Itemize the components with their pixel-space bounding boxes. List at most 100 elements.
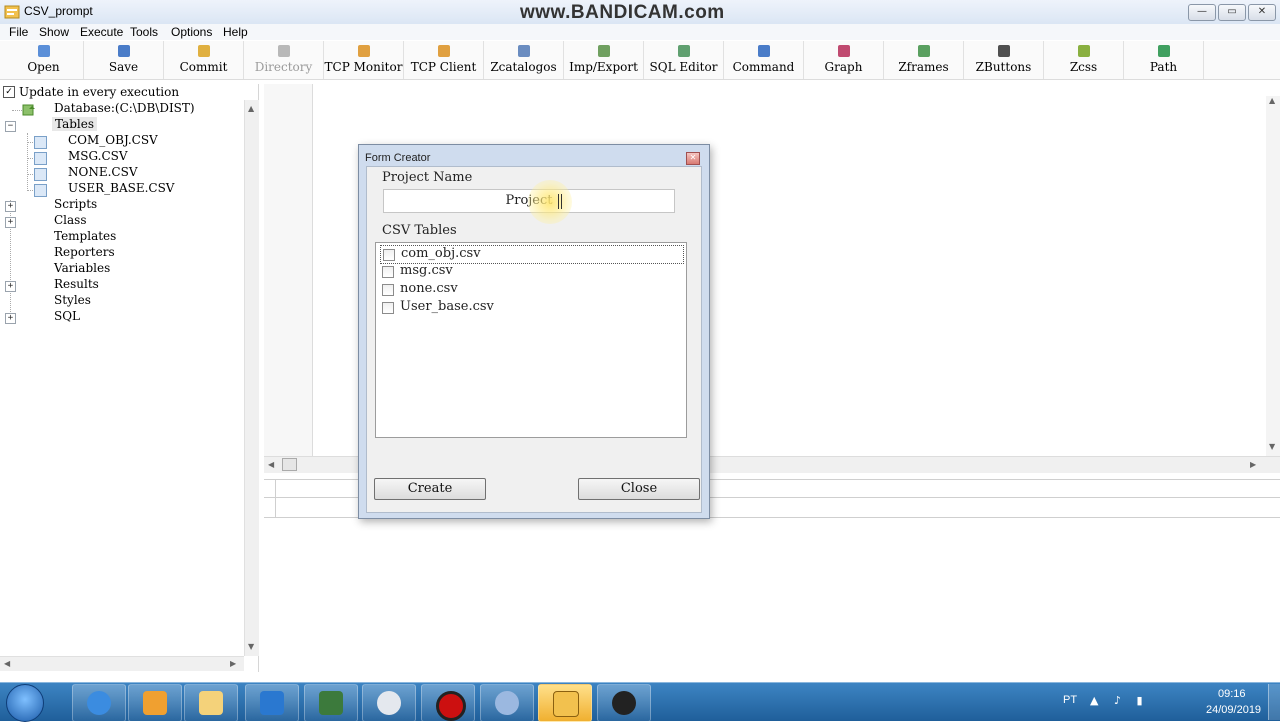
menu-show[interactable]: Show xyxy=(39,25,69,39)
imp-export-icon xyxy=(597,45,610,57)
clock-time[interactable]: 09:16 xyxy=(1218,688,1246,700)
show-desktop-button[interactable] xyxy=(1268,684,1280,720)
paw-icon xyxy=(612,691,636,715)
expand-icon[interactable]: + xyxy=(5,281,16,292)
editor-vertical-scrollbar[interactable]: ▲ ▼ xyxy=(1266,96,1280,456)
tree-tables[interactable]: Tables xyxy=(52,117,98,131)
close-button[interactable]: Close xyxy=(578,478,700,500)
command-icon xyxy=(757,45,770,57)
menu-options[interactable]: Options xyxy=(171,25,212,39)
scroll-down-icon[interactable]: ▼ xyxy=(248,642,254,651)
toolbar-command-button[interactable]: Command xyxy=(724,41,804,79)
tree-database[interactable]: Database:(C:\DB\DIST) xyxy=(54,101,195,115)
toolbar-zbuttons-button[interactable]: ZButtons xyxy=(964,41,1044,79)
tree-table-msg[interactable]: MSG.CSV xyxy=(68,149,128,163)
scroll-left-icon[interactable]: ◀ xyxy=(268,460,274,469)
create-button[interactable]: Create xyxy=(374,478,486,500)
taskbar-sphere[interactable] xyxy=(362,684,416,722)
taskbar-settings[interactable] xyxy=(480,684,534,722)
tree-scripts[interactable]: Scripts xyxy=(54,197,97,211)
tree-table-user-base[interactable]: USER_BASE.CSV xyxy=(68,181,174,195)
csv-table-checkbox[interactable] xyxy=(382,266,394,278)
taskbar-bandicam[interactable] xyxy=(421,684,475,722)
tree-class[interactable]: Class xyxy=(54,213,87,227)
csv-table-checkbox[interactable] xyxy=(383,249,395,261)
toolbar-sql-editor-button[interactable]: SQL Editor xyxy=(644,41,724,79)
scroll-up-icon[interactable]: ▲ xyxy=(1269,96,1275,105)
scroll-down-icon[interactable]: ▼ xyxy=(1269,442,1275,451)
toolbar-button-label: Imp/Export xyxy=(569,60,638,74)
database-icon xyxy=(22,104,35,116)
toolbar-zcatalogos-button[interactable]: Zcatalogos xyxy=(484,41,564,79)
clock-date[interactable]: 24/09/2019 xyxy=(1206,704,1261,716)
directory-icon xyxy=(277,45,290,57)
scroll-left-icon[interactable]: ◀ xyxy=(4,659,10,668)
taskbar-app-a[interactable] xyxy=(245,684,299,722)
scrollbar-thumb[interactable] xyxy=(282,458,297,471)
gear-icon xyxy=(495,691,519,715)
tree-table-none[interactable]: NONE.CSV xyxy=(68,165,137,179)
csv-tables-list[interactable]: com_obj.csv msg.csv none.csv User_base.c… xyxy=(375,242,687,438)
dialog-title: Form Creator xyxy=(365,152,431,164)
toolbar-tcp-client-button[interactable]: TCP Client xyxy=(404,41,484,79)
toolbar-commit-button[interactable]: Commit xyxy=(164,41,244,79)
csv-table-checkbox[interactable] xyxy=(382,302,394,314)
csv-table-item[interactable]: none.csv xyxy=(380,281,682,298)
tree-table-com-obj[interactable]: COM_OBJ.CSV xyxy=(68,133,158,147)
tray-language[interactable]: PT xyxy=(1063,694,1077,706)
csv-table-checkbox[interactable] xyxy=(382,284,394,296)
maximize-button[interactable]: ▭ xyxy=(1218,4,1246,21)
taskbar-paw-app[interactable] xyxy=(597,684,651,722)
taskbar-monitor[interactable] xyxy=(304,684,358,722)
tray-icons[interactable]: ▲ ♪ ▮ xyxy=(1090,694,1149,707)
menu-execute[interactable]: Execute xyxy=(80,25,123,39)
tree-horizontal-scrollbar[interactable]: ◀ ▶ xyxy=(0,656,244,671)
menu-file[interactable]: File xyxy=(9,25,28,39)
expand-icon[interactable]: + xyxy=(5,201,16,212)
toolbar-path-button[interactable]: Path xyxy=(1124,41,1204,79)
csv-table-item[interactable]: User_base.csv xyxy=(380,299,682,316)
toolbar-button-label: SQL Editor xyxy=(649,60,718,74)
update-checkbox[interactable]: ✓ xyxy=(3,86,15,98)
toolbar-directory-button[interactable]: Directory xyxy=(244,41,324,79)
menu-tools[interactable]: Tools xyxy=(130,25,158,39)
tree-styles[interactable]: Styles xyxy=(54,293,91,307)
menu-help[interactable]: Help xyxy=(223,25,248,39)
tree-sql[interactable]: SQL xyxy=(54,309,80,323)
open-icon xyxy=(37,45,50,57)
toolbar-zcss-button[interactable]: Zcss xyxy=(1044,41,1124,79)
toolbar-graph-button[interactable]: Graph xyxy=(804,41,884,79)
toolbar-button-label: ZButtons xyxy=(975,60,1032,74)
taskbar-explorer[interactable] xyxy=(184,684,238,722)
scroll-right-icon[interactable]: ▶ xyxy=(230,659,236,668)
toolbar-imp-export-button[interactable]: Imp/Export xyxy=(564,41,644,79)
scroll-right-icon[interactable]: ▶ xyxy=(1250,460,1256,469)
output-panel xyxy=(264,517,1280,673)
close-window-button[interactable]: ✕ xyxy=(1248,4,1276,21)
expand-icon[interactable]: + xyxy=(5,217,16,228)
toolbar-save-button[interactable]: Save xyxy=(84,41,164,79)
zbuttons-icon xyxy=(997,45,1010,57)
tree-vertical-scrollbar[interactable]: ▲ ▼ xyxy=(244,100,259,656)
start-button[interactable] xyxy=(6,684,44,722)
window-title: CSV_prompt xyxy=(24,4,93,18)
tree-templates[interactable]: Templates xyxy=(54,229,116,243)
record-icon xyxy=(436,691,466,721)
tree-variables[interactable]: Variables xyxy=(54,261,110,275)
toolbar-tcp-monitor-button[interactable]: TCP Monitor xyxy=(324,41,404,79)
taskbar-media-player[interactable] xyxy=(128,684,182,722)
csv-table-item[interactable]: com_obj.csv xyxy=(380,245,684,264)
expand-icon[interactable]: + xyxy=(5,313,16,324)
toolbar-button-label: Directory xyxy=(254,60,313,74)
tables-expander[interactable]: − xyxy=(5,121,16,132)
toolbar-open-button[interactable]: Open xyxy=(4,41,84,79)
tree-reporters[interactable]: Reporters xyxy=(54,245,115,259)
csv-table-item[interactable]: msg.csv xyxy=(380,263,682,280)
toolbar-zframes-button[interactable]: Zframes xyxy=(884,41,964,79)
taskbar-csv-prompt[interactable] xyxy=(538,684,592,722)
scroll-up-icon[interactable]: ▲ xyxy=(248,104,254,113)
minimize-button[interactable]: — xyxy=(1188,4,1216,21)
tree-results[interactable]: Results xyxy=(54,277,99,291)
taskbar-internet-explorer[interactable] xyxy=(72,684,126,722)
dialog-close-icon[interactable]: ✕ xyxy=(686,152,700,165)
